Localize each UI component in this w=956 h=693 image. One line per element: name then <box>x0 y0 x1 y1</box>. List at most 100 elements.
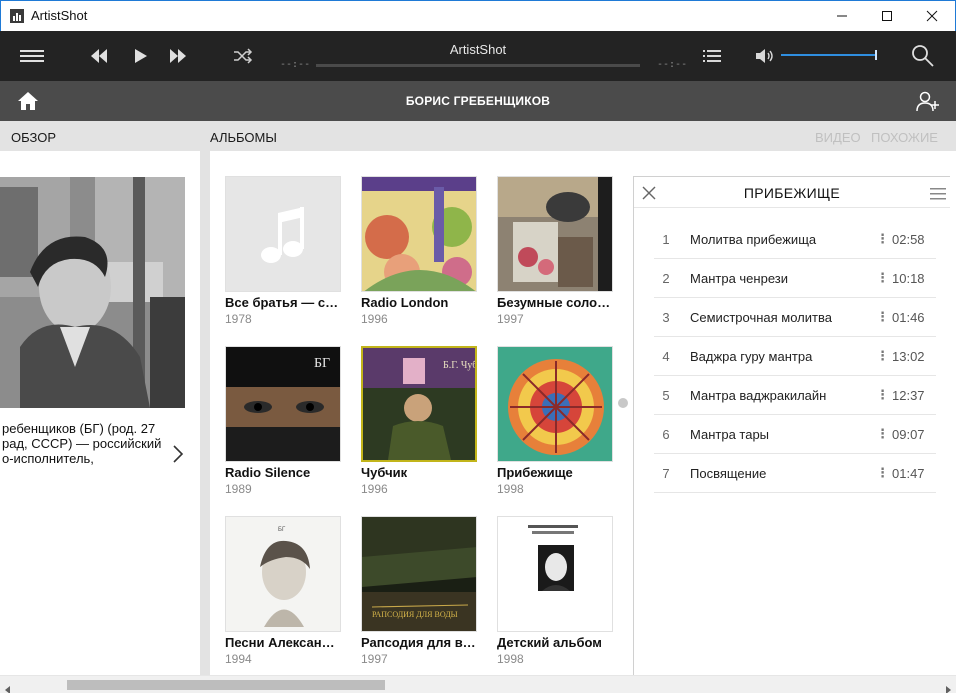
more-options-icon[interactable]: ⋮ <box>876 426 889 442</box>
play-icon[interactable] <box>130 47 150 65</box>
more-options-icon[interactable]: ⋮ <box>876 465 889 481</box>
track-number: 5 <box>662 388 670 403</box>
album-title: Песни Александ… <box>225 635 341 650</box>
tracklist-panel: ПРИБЕЖИЩЕ 1 Молитва прибежища ⋮ 02:58 2 … <box>633 176 950 676</box>
chevron-right-icon[interactable] <box>172 444 184 469</box>
volume-slider[interactable] <box>781 54 877 56</box>
scroll-right-icon[interactable] <box>944 681 952 693</box>
tab-video[interactable]: ВИДЕО <box>815 130 861 145</box>
progress-bar[interactable] <box>316 64 640 67</box>
album-year: 1978 <box>225 312 252 326</box>
album-cover: БГ <box>225 516 341 632</box>
track-number: 6 <box>662 427 670 442</box>
column-divider <box>200 151 210 676</box>
track-duration: 01:47 <box>892 466 925 481</box>
album-cover: Б.Г. Чубчик <box>361 346 477 462</box>
playlist-icon[interactable] <box>701 46 723 66</box>
album-tile[interactable]: Безумные солов… 1997 <box>497 176 613 326</box>
maximize-button[interactable] <box>864 1 910 31</box>
search-icon[interactable] <box>910 44 936 68</box>
album-tile[interactable]: Прибежище 1998 <box>497 346 613 496</box>
album-cover <box>497 346 613 462</box>
section-header: ОБЗОР АЛЬБОМЫ ВИДЕО ПОХОЖИЕ <box>0 121 956 151</box>
hamburger-menu-icon[interactable] <box>18 46 46 66</box>
artist-name: БОРИС ГРЕБЕНЩИКОВ <box>405 94 551 108</box>
scroll-left-icon[interactable] <box>4 681 12 693</box>
more-options-icon[interactable]: ⋮ <box>876 231 889 247</box>
album-title: Radio Silence <box>225 465 311 480</box>
album-year: 1998 <box>497 482 524 496</box>
track-duration: 09:07 <box>892 427 925 442</box>
album-tile[interactable]: РАПСОДИЯ ДЛЯ ВОДЫ Рапсодия для во… 1997 <box>361 516 477 666</box>
album-year: 1997 <box>361 652 388 666</box>
more-options-icon[interactable]: ⋮ <box>876 348 889 364</box>
track-title: Посвящение <box>690 466 767 481</box>
time-elapsed: --:-- <box>280 59 311 70</box>
section-albums: АЛЬБОМЫ <box>210 130 277 145</box>
album-tile[interactable]: Radio London 1996 <box>361 176 477 326</box>
album-cover-placeholder <box>225 176 341 292</box>
album-year: 1996 <box>361 482 388 496</box>
bio-line: о-исполнитель, <box>2 451 94 466</box>
track-duration: 12:37 <box>892 388 925 403</box>
music-note-icon <box>261 207 304 263</box>
volume-slider-handle[interactable] <box>875 50 877 60</box>
album-year: 1998 <box>497 652 524 666</box>
album-title: Чубчик <box>361 465 408 480</box>
cover-text: БГ <box>278 527 286 533</box>
rewind-icon[interactable] <box>88 47 110 65</box>
bio-line: ребенщиков (БГ) (род. 27 <box>2 421 156 436</box>
horizontal-scrollbar[interactable] <box>0 675 956 693</box>
track-number: 4 <box>662 349 670 364</box>
track-row[interactable]: 5 Мантра ваджракилайн ⋮ 12:37 <box>654 376 936 415</box>
track-row[interactable]: 3 Семистрочная молитва ⋮ 01:46 <box>654 298 936 337</box>
scroll-indicator[interactable] <box>618 398 628 408</box>
panel-header: ПРИБЕЖИЩЕ <box>634 177 950 208</box>
album-tile[interactable]: БГ Песни Александ… 1994 <box>225 516 341 666</box>
more-options-icon[interactable]: ⋮ <box>876 387 889 403</box>
album-title: Детский альбом <box>497 635 602 650</box>
more-options-icon[interactable]: ⋮ <box>876 270 889 286</box>
track-title: Молитва прибежища <box>690 232 817 247</box>
album-title: Прибежище <box>497 465 573 480</box>
menu-icon[interactable] <box>930 187 946 205</box>
track-row[interactable]: 2 Мантра ченрези ⋮ 10:18 <box>654 259 936 298</box>
track-title: Семистрочная молитва <box>690 310 832 325</box>
cover-text: БГ <box>314 356 330 371</box>
track-row[interactable]: 4 Ваджра гуру мантра ⋮ 13:02 <box>654 337 936 376</box>
fast-forward-icon[interactable] <box>167 47 189 65</box>
scrollbar-thumb[interactable] <box>67 680 385 690</box>
window-title: ArtistShot <box>31 8 88 23</box>
volume-icon[interactable] <box>754 46 776 66</box>
track-title: Мантра ваджракилайн <box>690 388 827 403</box>
more-options-icon[interactable]: ⋮ <box>876 309 889 325</box>
add-user-icon[interactable] <box>916 90 940 117</box>
minimize-button[interactable] <box>819 1 865 31</box>
section-overview: ОБЗОР <box>11 130 56 145</box>
track-number: 3 <box>662 310 670 325</box>
album-cover <box>497 176 613 292</box>
album-tile[interactable]: Все братья — сё… 1978 <box>225 176 341 326</box>
artist-bio: ребенщиков (БГ) (род. 27 рад, СССР) — ро… <box>2 421 172 466</box>
track-row[interactable]: 1 Молитва прибежища ⋮ 02:58 <box>654 220 936 259</box>
artist-photo <box>0 177 185 408</box>
album-tile[interactable]: Детский альбом 1998 <box>497 516 613 666</box>
track-title: Мантра тары <box>690 427 770 442</box>
album-year: 1994 <box>225 652 252 666</box>
panel-title: ПРИБЕЖИЩЕ <box>743 185 841 201</box>
tab-similar[interactable]: ПОХОЖИЕ <box>871 130 938 145</box>
album-tile[interactable]: Б.Г. Чубчик Чубчик 1996 <box>361 346 477 496</box>
album-title: Безумные солов… <box>497 295 613 310</box>
close-window-button[interactable] <box>909 1 955 31</box>
track-number: 1 <box>662 232 670 247</box>
now-playing-title: ArtistShot <box>449 42 507 57</box>
player-bar: ArtistShot --:-- --:-- <box>0 31 956 81</box>
track-row[interactable]: 6 Мантра тары ⋮ 09:07 <box>654 415 936 454</box>
shuffle-icon[interactable] <box>232 47 254 65</box>
album-tile[interactable]: БГ Radio Silence 1989 <box>225 346 341 496</box>
track-row[interactable]: 7 Посвящение ⋮ 01:47 <box>654 454 936 493</box>
track-duration: 10:18 <box>892 271 925 286</box>
album-year: 1996 <box>361 312 388 326</box>
track-number: 2 <box>662 271 670 286</box>
track-duration: 01:46 <box>892 310 925 325</box>
